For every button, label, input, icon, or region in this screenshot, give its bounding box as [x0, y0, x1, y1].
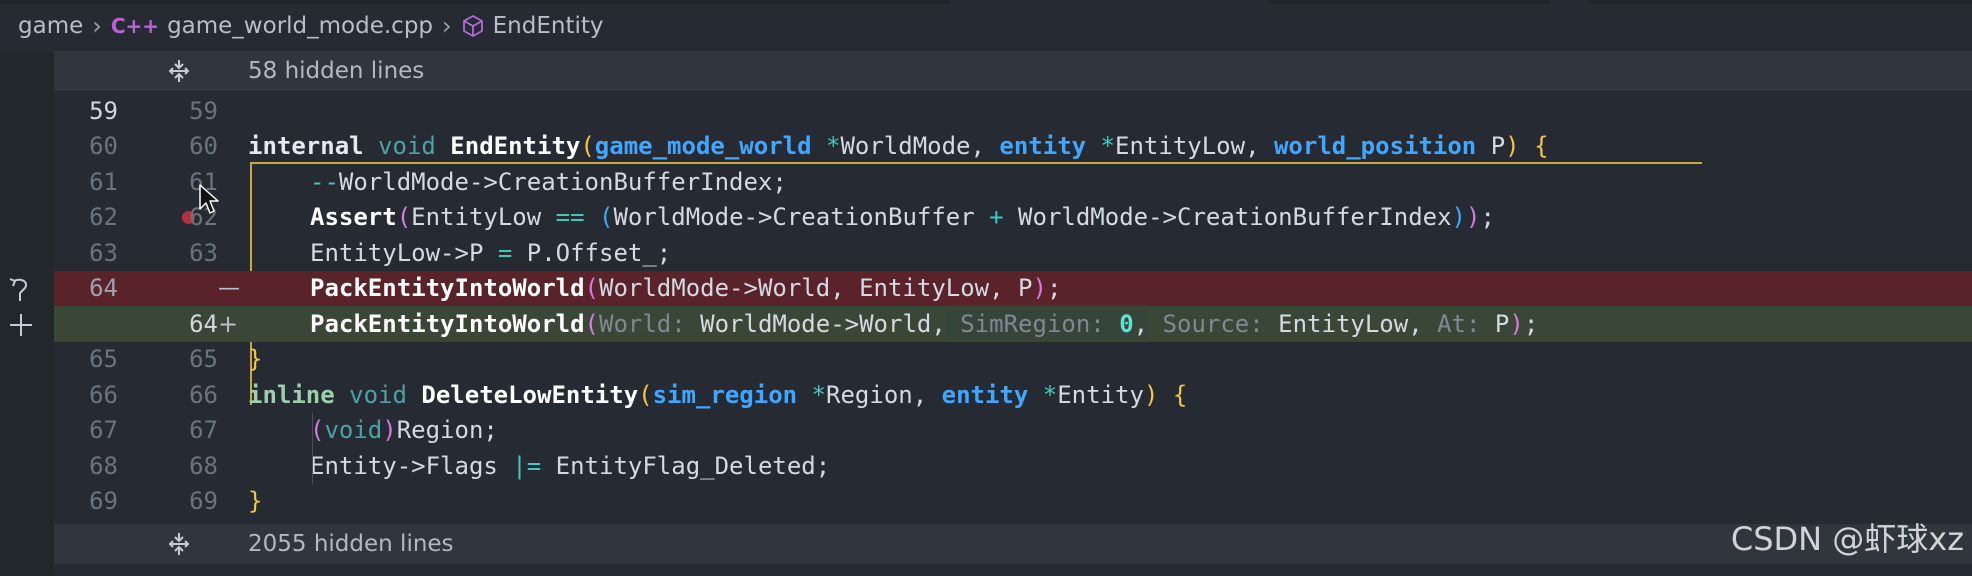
code-line[interactable]: 62 62 Assert(EntityLow == (WorldMode->Cr…	[54, 200, 1972, 236]
breadcrumb-file[interactable]: C++ game_world_mode.cpp	[111, 13, 433, 39]
cpp-file-icon: C++	[110, 14, 160, 38]
code-line[interactable]: 60 60 internal void EndEntity(game_mode_…	[54, 129, 1972, 165]
symbol-cube-icon	[462, 15, 483, 37]
chevron-right-icon: ›	[442, 12, 452, 40]
diff-editor[interactable]: 59 59 60 60 internal void EndEntity(game…	[54, 93, 1972, 525]
line-number-original: 60	[89, 132, 118, 161]
code-text: }	[248, 487, 263, 516]
line-number-modified: 69	[189, 487, 218, 516]
line-number-modified: 59	[189, 96, 218, 125]
line-number-modified: 60	[189, 132, 218, 161]
code-line[interactable]: 66 66 inline void DeleteLowEntity(sim_re…	[54, 377, 1972, 413]
watermark: CSDN @虾球xz	[1730, 520, 1964, 558]
inlay-hint: World:	[599, 309, 686, 338]
line-number-modified: 66	[189, 380, 218, 409]
indent-guide	[312, 413, 313, 484]
code-text: PackEntityIntoWorld(WorldMode->World, En…	[310, 274, 1062, 303]
code-line[interactable]: 68 68 Entity->Flags |= EntityFlag_Delete…	[54, 448, 1972, 484]
line-number-original: 69	[89, 487, 118, 516]
line-number-original: 61	[89, 167, 118, 196]
mouse-cursor-icon	[199, 184, 219, 214]
hidden-lines-label: 2055 hidden lines	[248, 531, 454, 557]
breadcrumb-folder[interactable]: game	[18, 13, 83, 39]
inlay-hint: Source:	[1148, 309, 1264, 338]
breadcrumb-symbol-label: EndEntity	[492, 13, 604, 39]
code-text: inline void DeleteLowEntity(sim_region *…	[248, 380, 1188, 409]
line-number-original: 66	[89, 380, 118, 409]
code-line[interactable]: 65 65 }	[54, 342, 1972, 378]
line-number-original: 62	[89, 203, 118, 232]
line-number-modified: 65	[189, 345, 218, 374]
hidden-lines-label: 58 hidden lines	[248, 58, 425, 84]
line-number-original: 67	[89, 416, 118, 445]
add-icon[interactable]	[8, 312, 34, 338]
code-text: PackEntityIntoWorld(World: WorldMode->Wo…	[310, 309, 1539, 338]
chevron-right-icon: ›	[92, 12, 102, 40]
hidden-lines-fold-bottom[interactable]: 2055 hidden lines	[54, 524, 1972, 564]
tab-strip-divider	[1590, 0, 1972, 4]
unfold-icon[interactable]	[167, 59, 191, 83]
code-line[interactable]: 61 61 --WorldMode->CreationBufferIndex;	[54, 164, 1972, 200]
added-code-line[interactable]: 64 + PackEntityIntoWorld(World: WorldMod…	[54, 306, 1972, 342]
line-number-original: 59	[89, 96, 118, 125]
added-line-marker: +	[218, 309, 239, 338]
code-text: internal void EndEntity(game_mode_world …	[248, 132, 1549, 161]
line-number-original: 64	[89, 274, 118, 303]
unfold-icon[interactable]	[167, 532, 191, 556]
code-text: (void)Region;	[310, 416, 498, 445]
code-text: }	[248, 345, 263, 374]
line-number-modified: 63	[189, 238, 218, 267]
tab-strip-divider	[0, 0, 950, 4]
code-text: Entity->Flags |= EntityFlag_Deleted;	[310, 451, 831, 480]
code-text: --WorldMode->CreationBufferIndex;	[310, 167, 787, 196]
line-number-original: 63	[89, 238, 118, 267]
inlay-hint: At:	[1422, 309, 1481, 338]
line-number-modified: 67	[189, 416, 218, 445]
line-number-modified: 64	[189, 309, 218, 338]
breadcrumb-symbol[interactable]: EndEntity	[461, 13, 604, 39]
hidden-lines-fold-top[interactable]: 58 hidden lines	[54, 51, 1972, 91]
code-line[interactable]: 59 59	[54, 93, 1972, 129]
removed-code-line[interactable]: 64 — PackEntityIntoWorld(WorldMode->Worl…	[54, 270, 1972, 306]
code-line[interactable]: 69 69 }	[54, 484, 1972, 520]
code-text: EntityLow->P = P.Offset_;	[310, 238, 672, 267]
code-line[interactable]: 63 63 EntityLow->P = P.Offset_;	[54, 235, 1972, 271]
line-number-original: 65	[89, 345, 118, 374]
tab-strip-divider	[1270, 0, 1550, 4]
breadcrumb-file-label: game_world_mode.cpp	[167, 13, 434, 39]
inlay-hint: SimRegion:	[945, 309, 1105, 338]
breadcrumb: game › C++ game_world_mode.cpp › EndEnti…	[0, 0, 1972, 52]
code-line[interactable]: 67 67 (void)Region;	[54, 413, 1972, 449]
line-number-modified: 68	[189, 451, 218, 480]
removed-line-marker: —	[218, 275, 240, 301]
code-text: Assert(EntityLow == (WorldMode->Creation…	[310, 203, 1495, 232]
line-number-original: 68	[89, 451, 118, 480]
revert-icon[interactable]	[8, 275, 32, 303]
